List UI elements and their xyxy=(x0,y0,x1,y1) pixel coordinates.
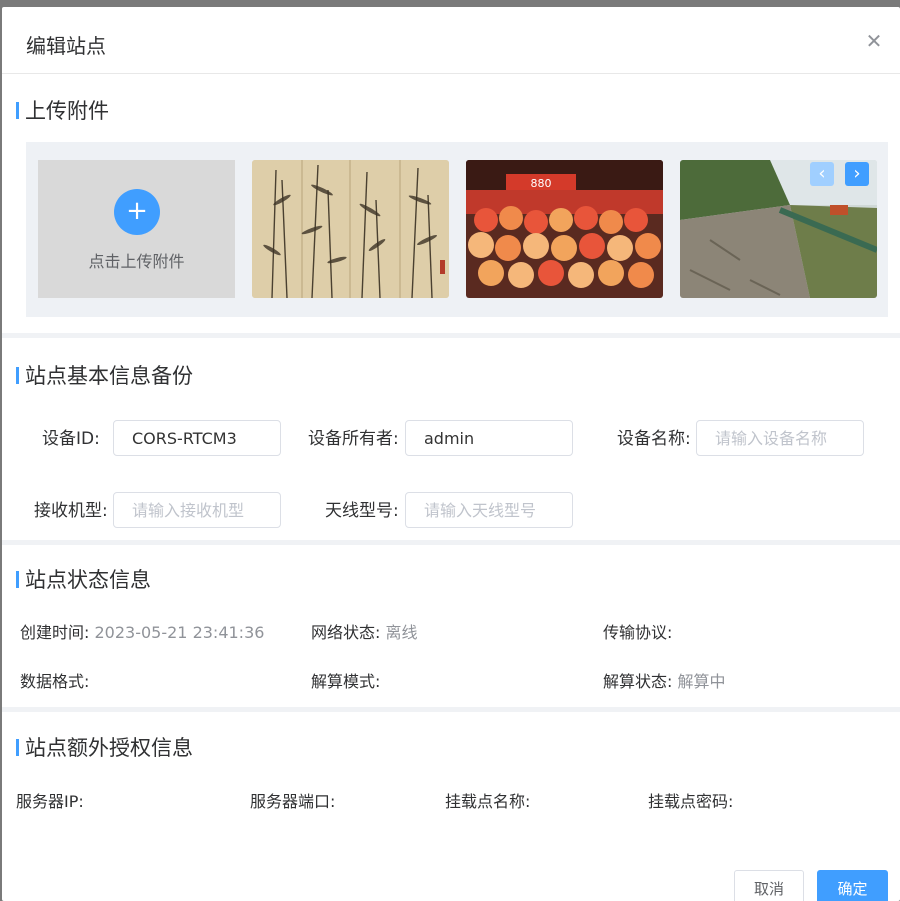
section-accent-bar xyxy=(16,739,19,756)
solve-mode-label: 解算模式: xyxy=(311,672,381,691)
attachment-thumbnail-apples[interactable]: 880 xyxy=(466,160,663,298)
mount-name-label: 挂载点名称: xyxy=(445,792,531,811)
network-status-value: 离线 xyxy=(385,623,418,642)
section-divider xyxy=(2,333,900,338)
confirm-button[interactable]: 确定 xyxy=(817,870,888,901)
edit-site-dialog: 编辑站点 ✕ 上传附件 + 点击上传附件 880 ‹ › 站点基本信息备份 设备… xyxy=(2,7,900,901)
antenna-model-input[interactable] xyxy=(405,492,573,528)
protocol-item: 传输协议: xyxy=(603,622,672,644)
section-divider xyxy=(2,540,900,545)
auth-info-title-text: 站点额外授权信息 xyxy=(25,736,193,760)
status-info-section-title: 站点状态信息 xyxy=(16,567,151,593)
created-time-value: 2023-05-21 23:41:36 xyxy=(94,623,265,642)
bamboo-painting-image xyxy=(252,160,449,298)
upload-section-title: 上传附件 xyxy=(16,98,109,124)
basic-info-title-text: 站点基本信息备份 xyxy=(25,364,193,388)
plus-icon: + xyxy=(114,189,160,235)
cancel-button[interactable]: 取消 xyxy=(734,870,804,901)
data-format-label: 数据格式: xyxy=(20,672,90,691)
network-status-item: 网络状态: 离线 xyxy=(311,622,418,644)
close-icon[interactable]: ✕ xyxy=(862,29,886,53)
upload-section-title-text: 上传附件 xyxy=(25,99,109,123)
dialog-title: 编辑站点 xyxy=(26,34,106,58)
antenna-model-label: 天线型号: xyxy=(325,501,399,521)
status-info-title-text: 站点状态信息 xyxy=(25,568,151,592)
solve-status-label: 解算状态: xyxy=(603,672,673,691)
upload-label: 点击上传附件 xyxy=(88,252,185,271)
solve-mode-item: 解算模式: xyxy=(311,671,380,693)
protocol-label: 传输协议: xyxy=(603,623,673,642)
created-time-item: 创建时间: 2023-05-21 23:41:36 xyxy=(20,622,264,644)
device-id-label: 设备ID: xyxy=(42,429,100,449)
auth-info-section-title: 站点额外授权信息 xyxy=(16,735,193,761)
chevron-left-icon: ‹ xyxy=(818,163,826,184)
data-format-item: 数据格式: xyxy=(20,671,89,693)
network-status-label: 网络状态: xyxy=(311,623,381,642)
receiver-model-label: 接收机型: xyxy=(34,501,108,521)
owner-label: 设备所有者: xyxy=(308,429,399,449)
section-accent-bar xyxy=(16,367,19,384)
chevron-right-icon: › xyxy=(853,163,861,184)
owner-input[interactable] xyxy=(405,420,573,456)
created-time-label: 创建时间: xyxy=(20,623,90,642)
device-name-input[interactable] xyxy=(696,420,864,456)
device-name-label: 设备名称: xyxy=(617,429,691,449)
section-accent-bar xyxy=(16,102,19,119)
section-divider xyxy=(2,707,900,712)
solve-status-item: 解算状态: 解算中 xyxy=(603,671,726,693)
device-id-input[interactable] xyxy=(113,420,281,456)
section-accent-bar xyxy=(16,571,19,588)
server-ip-label: 服务器IP: xyxy=(16,792,84,811)
solve-status-value: 解算中 xyxy=(677,672,726,691)
attachment-gallery: + 点击上传附件 880 ‹ › xyxy=(26,142,888,317)
apples-image: 880 xyxy=(466,160,663,298)
price-sign-text: 880 xyxy=(531,177,552,190)
basic-info-section-title: 站点基本信息备份 xyxy=(16,363,193,389)
attachment-thumbnail-bamboo[interactable] xyxy=(252,160,449,298)
gallery-next-button[interactable]: › xyxy=(845,162,869,186)
receiver-model-input[interactable] xyxy=(113,492,281,528)
dialog-header: 编辑站点 ✕ xyxy=(2,7,900,74)
gallery-prev-button[interactable]: ‹ xyxy=(810,162,834,186)
server-port-label: 服务器端口: xyxy=(250,792,336,811)
upload-attachment-button[interactable]: + 点击上传附件 xyxy=(38,160,235,298)
mount-password-label: 挂载点密码: xyxy=(648,792,734,811)
